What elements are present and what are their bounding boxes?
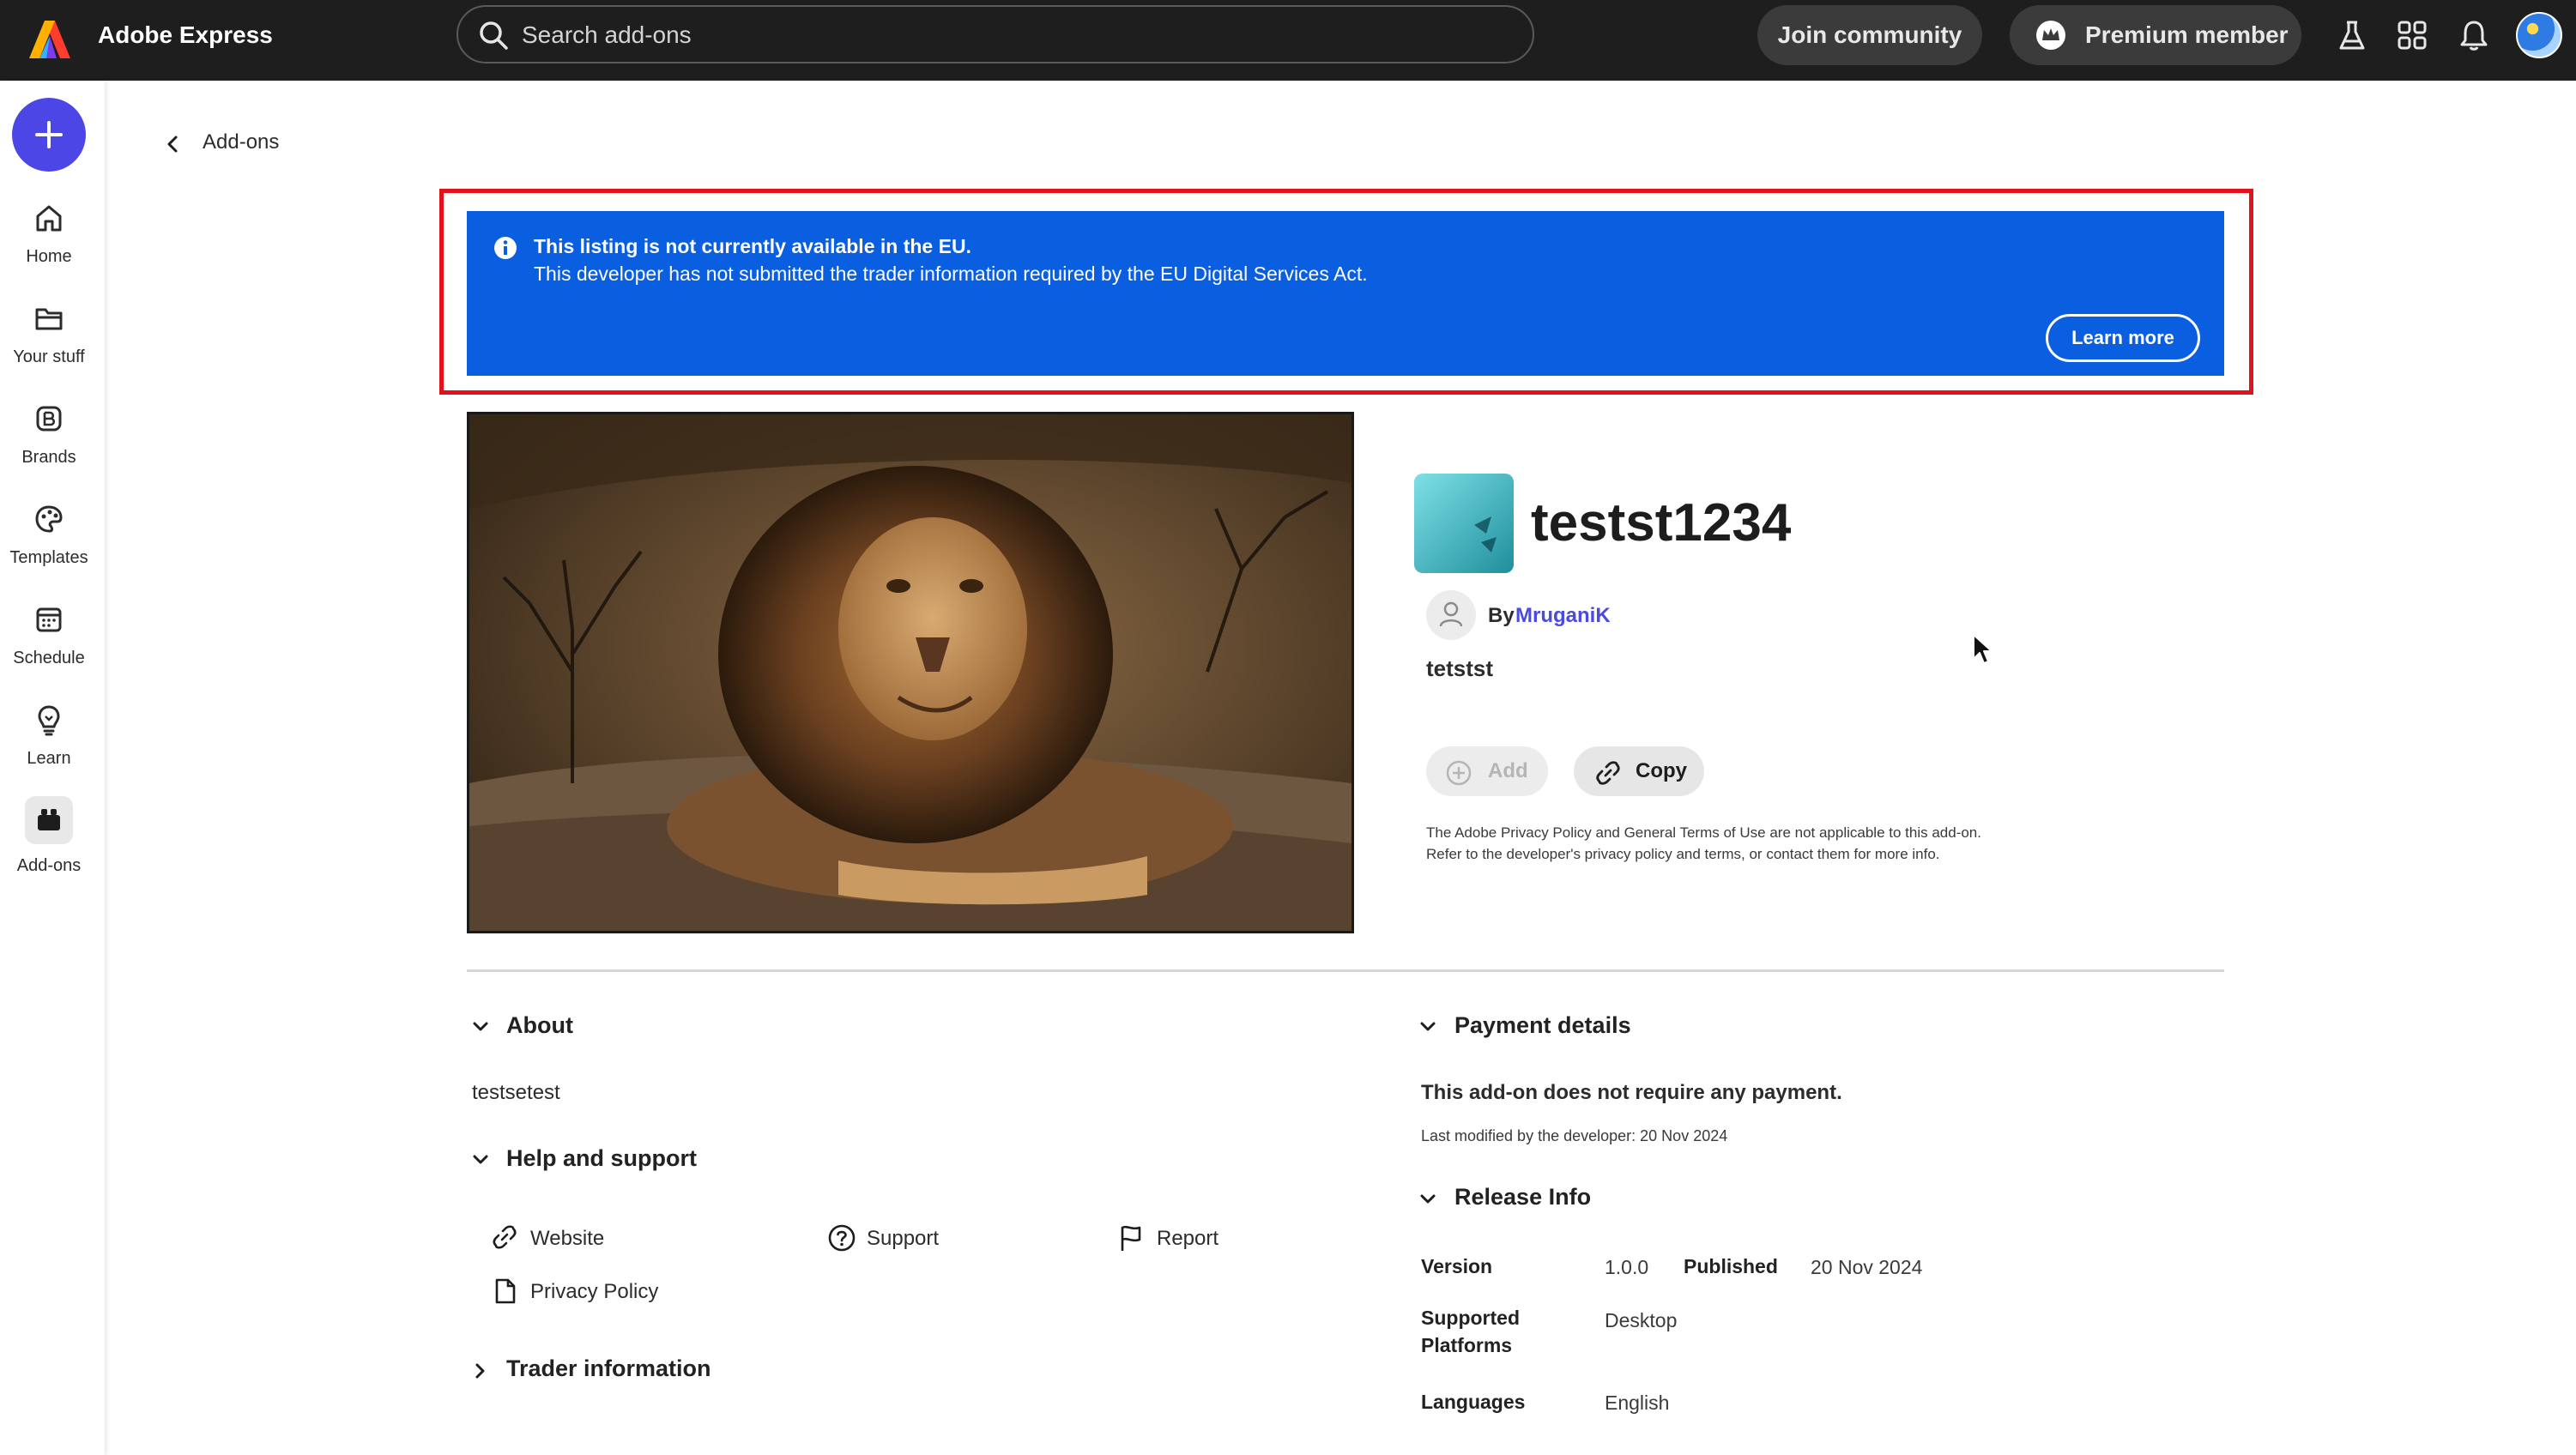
search-icon [477,19,510,51]
crown-icon [2035,20,2066,51]
add-button-label: Add [1488,759,1528,782]
platforms-value: Desktop [1605,1309,1678,1331]
payment-text: This add-on does not require any payment… [1421,1081,1842,1104]
eu-availability-banner: This listing is not currently available … [467,211,2224,376]
back-label: Add-ons [203,130,280,154]
nav-label: Add-ons [16,856,82,875]
top-bar: Adobe Express Join community Premium mem… [0,0,2576,81]
premium-member-button[interactable]: Premium member [2010,5,2301,65]
chevron-down-icon[interactable] [1418,1189,1438,1210]
languages-label: Languages [1421,1391,1526,1413]
home-icon [32,201,66,235]
copy-button-label: Copy [1636,759,1687,782]
app-title: Adobe Express [98,21,273,48]
nav-home[interactable]: Home [0,201,98,267]
developer-by-label: By [1488,604,1515,627]
platforms-label: Supported Platforms [1421,1307,1520,1356]
link-icon [493,1225,517,1249]
flag-icon [1121,1225,1141,1251]
version-value: 1.0.0 [1605,1256,1649,1278]
languages-value: English [1605,1392,1670,1414]
chevron-down-icon[interactable] [470,1150,491,1170]
banner-text: This developer has not submitted the tra… [534,263,1368,285]
addons-icon [25,796,73,844]
search-input[interactable] [520,15,1467,55]
info-icon [493,235,518,261]
add-circle-icon [1446,760,1472,786]
premium-member-label: Premium member [2085,21,2289,48]
about-text: testsetest [472,1081,560,1104]
nav-brands[interactable]: Brands [0,401,98,468]
payment-section-title[interactable]: Payment details [1454,1012,1631,1039]
add-on-preview-image [467,412,1354,933]
chevron-down-icon[interactable] [470,1017,491,1037]
help-section-title[interactable]: Help and support [506,1145,697,1172]
help-circle-icon [828,1224,856,1252]
published-value: 20 Nov 2024 [1811,1256,1923,1278]
user-icon [1439,601,1463,627]
add-on-tagline: tetstst [1426,655,1494,681]
nav-templates[interactable]: Templates [0,502,98,568]
section-divider [467,969,2224,972]
policy-line-1: The Adobe Privacy Policy and General Ter… [1426,824,1981,841]
add-on-name: testst1234 [1531,493,1792,552]
calendar-icon [32,602,66,637]
chevron-down-icon[interactable] [1418,1017,1438,1037]
nav-your-stuff[interactable]: Your stuff [0,301,98,367]
version-label: Version [1421,1255,1493,1277]
create-button[interactable] [12,98,86,172]
published-label: Published [1684,1255,1778,1277]
about-section-title[interactable]: About [506,1012,573,1039]
templates-icon [32,502,66,536]
learn-more-button[interactable]: Learn more [2046,314,2200,362]
search-bar[interactable] [457,5,1534,63]
report-label: Report [1157,1227,1219,1250]
apps-grid-icon[interactable] [2394,17,2430,53]
policy-note: The Adobe Privacy Policy and General Ter… [1426,822,2198,865]
copy-link-button[interactable]: Copy [1574,746,1704,796]
document-icon [495,1278,516,1304]
banner-title: This listing is not currently available … [534,235,971,257]
join-community-button[interactable]: Join community [1757,5,1982,65]
chevron-right-icon[interactable] [470,1361,491,1381]
developer-avatar [1426,590,1476,640]
policy-line-2: Refer to the developer's privacy policy … [1426,846,1940,862]
privacy-policy-label: Privacy Policy [530,1280,659,1303]
adobe-express-logo-icon[interactable] [27,17,72,62]
nav-label: Templates [9,548,88,567]
nav-schedule[interactable]: Schedule [0,602,98,668]
mouse-pointer-icon [1972,633,1994,666]
nav-add-ons[interactable]: Add-ons [0,796,98,876]
lightbulb-icon [32,703,66,737]
bell-icon[interactable] [2456,17,2492,53]
plus-icon [35,121,63,148]
folder-icon [32,301,66,335]
add-on-icon [1414,474,1514,573]
nav-label: Learn [27,749,71,768]
user-avatar[interactable] [2516,12,2562,58]
developer-link[interactable]: MruganiK [1515,604,1611,628]
support-label: Support [867,1227,940,1250]
website-label: Website [530,1227,605,1250]
trader-section-title[interactable]: Trader information [506,1355,711,1382]
nav-label: Home [26,247,72,266]
last-modified-text: Last modified by the developer: 20 Nov 2… [1421,1127,1728,1144]
brand-icon [32,401,66,436]
chevron-left-icon [163,134,184,154]
add-button[interactable]: Add [1426,746,1548,796]
release-section-title[interactable]: Release Info [1454,1184,1591,1210]
left-nav-rail: Home Your stuff Brands Templates Schedul… [0,81,105,1455]
nav-label: Schedule [13,649,85,667]
link-icon [1596,761,1620,785]
nav-label: Brands [21,448,76,467]
nav-learn[interactable]: Learn [0,703,98,769]
nav-label: Your stuff [13,347,85,366]
beaker-icon[interactable] [2334,17,2370,53]
